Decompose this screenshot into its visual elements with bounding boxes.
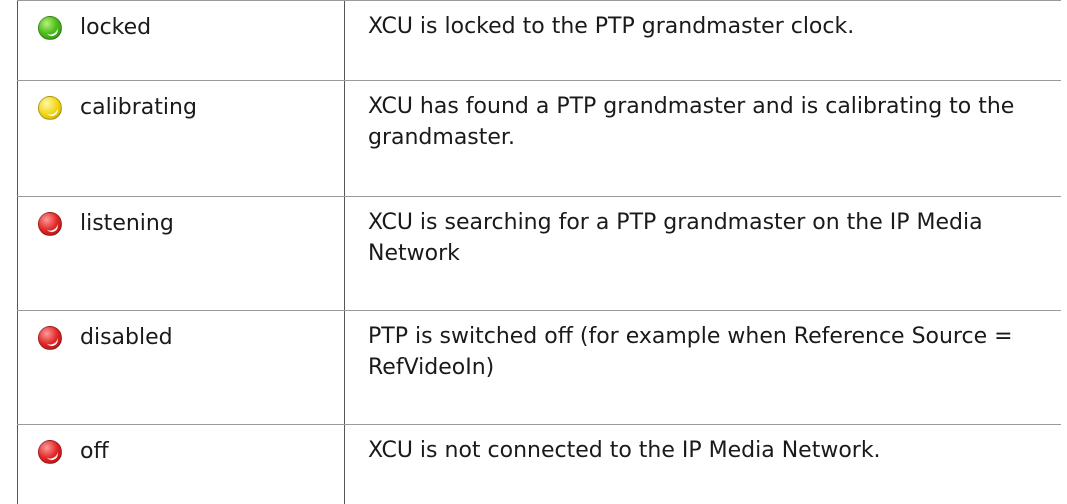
description-cell: XCU has found a PTP grandmaster and is c… [345, 81, 1062, 197]
table-row: disabled PTP is switched off (for exampl… [18, 311, 1062, 425]
status-description: XCU is searching for a PTP grandmaster o… [368, 210, 983, 266]
status-cell: disabled [18, 311, 345, 425]
status-cell: listening [18, 197, 345, 311]
status-description: PTP is switched off (for example when Re… [368, 324, 1013, 380]
status-cell: off [18, 425, 345, 504]
description-cell: PTP is switched off (for example when Re… [345, 311, 1062, 425]
table-row: calibrating XCU has found a PTP grandmas… [18, 81, 1062, 197]
red-led-icon [38, 440, 62, 464]
status-label: off [80, 436, 109, 467]
red-led-icon [38, 212, 62, 236]
table-row: off XCU is not connected to the IP Media… [18, 425, 1062, 504]
ptp-status-table: locked XCU is locked to the PTP grandmas… [17, 0, 1061, 504]
status-label: locked [80, 12, 151, 43]
green-led-icon [38, 16, 62, 40]
status-label: disabled [80, 322, 173, 353]
status-cell: calibrating [18, 81, 345, 197]
status-label: calibrating [80, 92, 197, 123]
description-cell: XCU is locked to the PTP grandmaster clo… [345, 1, 1062, 81]
description-cell: XCU is searching for a PTP grandmaster o… [345, 197, 1062, 311]
status-description: XCU has found a PTP grandmaster and is c… [368, 94, 1014, 150]
table-row: locked XCU is locked to the PTP grandmas… [18, 1, 1062, 81]
yellow-led-icon [38, 96, 62, 120]
red-led-icon [38, 326, 62, 350]
status-description: XCU is locked to the PTP grandmaster clo… [368, 14, 854, 39]
status-label: listening [80, 208, 174, 239]
table-row: listening XCU is searching for a PTP gra… [18, 197, 1062, 311]
description-cell: XCU is not connected to the IP Media Net… [345, 425, 1062, 504]
status-description: XCU is not connected to the IP Media Net… [368, 438, 881, 463]
status-cell: locked [18, 1, 345, 81]
